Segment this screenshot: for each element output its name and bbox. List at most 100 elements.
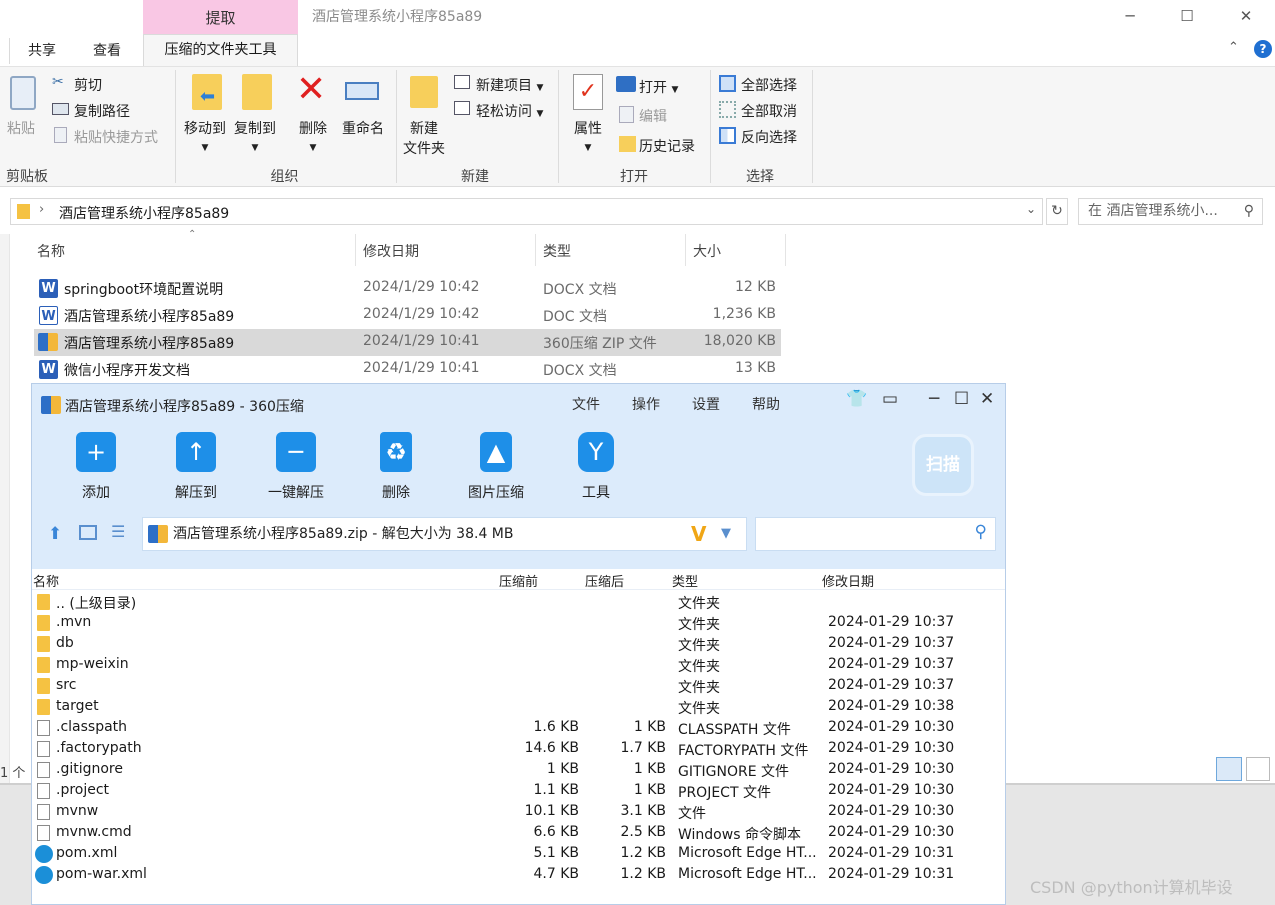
image-compress-button[interactable]: ▲ 图片压缩 [456,432,536,502]
zip-list-item[interactable]: mvnw 10.1 KB 3.1 KB 文件 2024-01-29 10:30 [32,802,1005,823]
new-item-button[interactable]: 新建项目 ▼ [476,75,543,95]
delete-button[interactable]: 删除 ▼ [293,118,333,154]
zip-list-item[interactable]: .factorypath 14.6 KB 1.7 KB FACTORYPATH 文件 2… [32,739,1005,760]
details-view-icon[interactable] [1216,757,1242,781]
skin-icon[interactable]: 👕 [846,389,867,409]
column-header-name[interactable]: 名称 [37,241,65,261]
open-button[interactable]: 打开 ▼ [639,77,678,97]
zip-minimize-button[interactable]: ─ [929,389,939,409]
zip-list-item[interactable]: target 文件夹 2024-01-29 10:38 [32,697,1005,718]
tools-button[interactable]: Y 工具 [556,432,636,502]
menu-help[interactable]: 帮助 [752,394,780,414]
file-size: 1,236 KB [712,306,776,322]
zip-item-name: .factorypath [56,740,142,756]
column-header-date[interactable]: 修改日期 [363,241,419,261]
zip-list-item[interactable]: .gitignore 1 KB 1 KB GITIGNORE 文件 2024-01-29… [32,760,1005,781]
zip-list-item[interactable]: pom-war.xml 4.7 KB 1.2 KB Microsoft Edge HT… [32,865,1005,886]
close-button[interactable]: ✕ [1226,4,1266,28]
file-row[interactable]: W 酒店管理系统小程序85a89 2024/1/29 10:42 DOC 文档 … [34,302,781,329]
tab-view[interactable]: 查看 [93,38,121,64]
v-logo-icon[interactable]: V [691,518,706,550]
column-header-before[interactable]: 压缩前 [499,571,538,590]
zip-item-name: mvnw [56,803,99,819]
file-row-selected[interactable]: 酒店管理系统小程序85a89 2024/1/29 10:41 360压缩 ZIP… [34,329,781,356]
search-input[interactable]: 在 酒店管理系统小... ⚲ [1078,198,1263,225]
maximize-button[interactable]: ☐ [1167,4,1207,28]
zip-item-type: 文件夹 [678,638,720,654]
extract-to-button[interactable]: ↑ 解压到 [156,432,236,502]
zip-list-item[interactable]: src 文件夹 2024-01-29 10:37 [32,676,1005,697]
chevron-down-icon[interactable]: ▼ [721,518,731,550]
column-header-size[interactable]: 大小 [693,241,721,261]
zip-list-item[interactable]: db 文件夹 2024-01-29 10:37 [32,634,1005,655]
new-folder-button[interactable]: 新建 文件夹 [400,118,448,158]
thumbnail-view-icon[interactable] [79,525,97,540]
address-bar[interactable]: › 酒店管理系统小程序85a89 ⌄ [10,198,1043,225]
zip-list-item[interactable]: mp-weixin 文件夹 2024-01-29 10:37 [32,655,1005,676]
zip-maximize-button[interactable]: ☐ [954,389,969,409]
properties-button[interactable]: 属性 ▼ [568,118,608,154]
file-row[interactable]: W 微信小程序开发文档 2024/1/29 10:41 DOCX 文档 13 K… [34,356,781,383]
paste-button[interactable]: 粘贴 [7,118,35,138]
zip-list-item[interactable]: .project 1.1 KB 1 KB PROJECT 文件 2024-01-29 1… [32,781,1005,802]
menu-settings[interactable]: 设置 [692,394,720,414]
tab-compressed-folder-tools[interactable]: 压缩的文件夹工具 [143,34,298,66]
column-header-name[interactable]: 名称 [33,571,59,590]
chevron-right-icon[interactable]: › [39,202,44,217]
menu-file[interactable]: 文件 [572,394,600,414]
zip-close-button[interactable]: ✕ [980,389,994,409]
tab-file-edge[interactable] [0,38,10,64]
one-click-extract-button[interactable]: ─ 一键解压 [256,432,336,502]
select-all-button[interactable]: 全部选择 [741,75,797,95]
zip-delete-button[interactable]: ♻ 删除 [356,432,436,502]
zip-item-size-before: 1 KB [546,761,579,777]
feedback-icon[interactable]: ▭ [882,389,898,409]
column-header-after[interactable]: 压缩后 [585,571,624,590]
column-header-date[interactable]: 修改日期 [822,571,874,590]
zip-item-size-before: 6.6 KB [533,824,580,840]
collapse-ribbon-icon[interactable]: ⌃ [1228,40,1239,55]
refresh-icon[interactable]: ↻ [1046,198,1068,225]
sort-ascending-icon: ⌃ [188,229,197,240]
file-type: DOCX 文档 [543,363,617,379]
menu-operation[interactable]: 操作 [632,394,660,414]
move-to-label: 移动到 [184,121,226,137]
file-row[interactable]: W springboot环境配置说明 2024/1/29 10:42 DOCX … [34,275,781,302]
column-divider[interactable] [685,234,686,266]
scan-button[interactable]: 扫描 [912,434,974,496]
navigation-pane-edge[interactable] [0,234,10,784]
column-divider[interactable] [535,234,536,266]
help-icon[interactable]: ? [1254,40,1272,58]
column-divider[interactable] [785,234,786,266]
add-button[interactable]: + 添加 [56,432,136,502]
move-to-button[interactable]: 移动到 ▼ [180,118,230,154]
zip-list-item[interactable]: .mvn 文件夹 2024-01-29 10:37 [32,613,1005,634]
zip-item-name: src [56,677,77,693]
paste-shortcut-button[interactable]: 粘贴快捷方式 [74,127,158,147]
tab-share[interactable]: 共享 [28,38,56,64]
edit-button[interactable]: 编辑 [639,106,667,126]
column-divider[interactable] [355,234,356,266]
chevron-down-icon[interactable]: ⌄ [1026,202,1036,216]
cut-button[interactable]: 剪切 [74,75,102,95]
select-none-button[interactable]: 全部取消 [741,101,797,121]
list-view-icon[interactable]: ☰ [111,522,125,541]
zip-search-input[interactable]: ⚲ [755,517,996,551]
history-button[interactable]: 历史记录 [639,136,695,156]
zip-list-item[interactable]: .classpath 1.6 KB 1 KB CLASSPATH 文件 2024-01-… [32,718,1005,739]
column-header-type[interactable]: 类型 [543,241,571,261]
invert-selection-button[interactable]: 反向选择 [741,127,797,147]
zip-list-item[interactable]: mvnw.cmd 6.6 KB 2.5 KB Windows 命令脚本 2024-01-… [32,823,1005,844]
context-tab-extract[interactable]: 提取 [143,0,298,34]
archive-path-bar[interactable]: 酒店管理系统小程序85a89.zip - 解包大小为 38.4 MB V ▼ [142,517,747,551]
up-level-icon[interactable]: ⬆ [48,524,62,544]
zip-list-item[interactable]: .. (上级目录) 文件夹 [32,592,1005,613]
copy-to-button[interactable]: 复制到 ▼ [230,118,280,154]
minimize-button[interactable]: ─ [1110,4,1150,28]
column-header-type[interactable]: 类型 [672,571,698,590]
rename-button[interactable]: 重命名 [338,118,388,138]
large-icons-view-icon[interactable] [1246,757,1270,781]
easy-access-button[interactable]: 轻松访问 ▼ [476,101,543,121]
copy-path-button[interactable]: 复制路径 [74,101,130,121]
zip-list-item[interactable]: pom.xml 5.1 KB 1.2 KB Microsoft Edge HT... 2… [32,844,1005,865]
